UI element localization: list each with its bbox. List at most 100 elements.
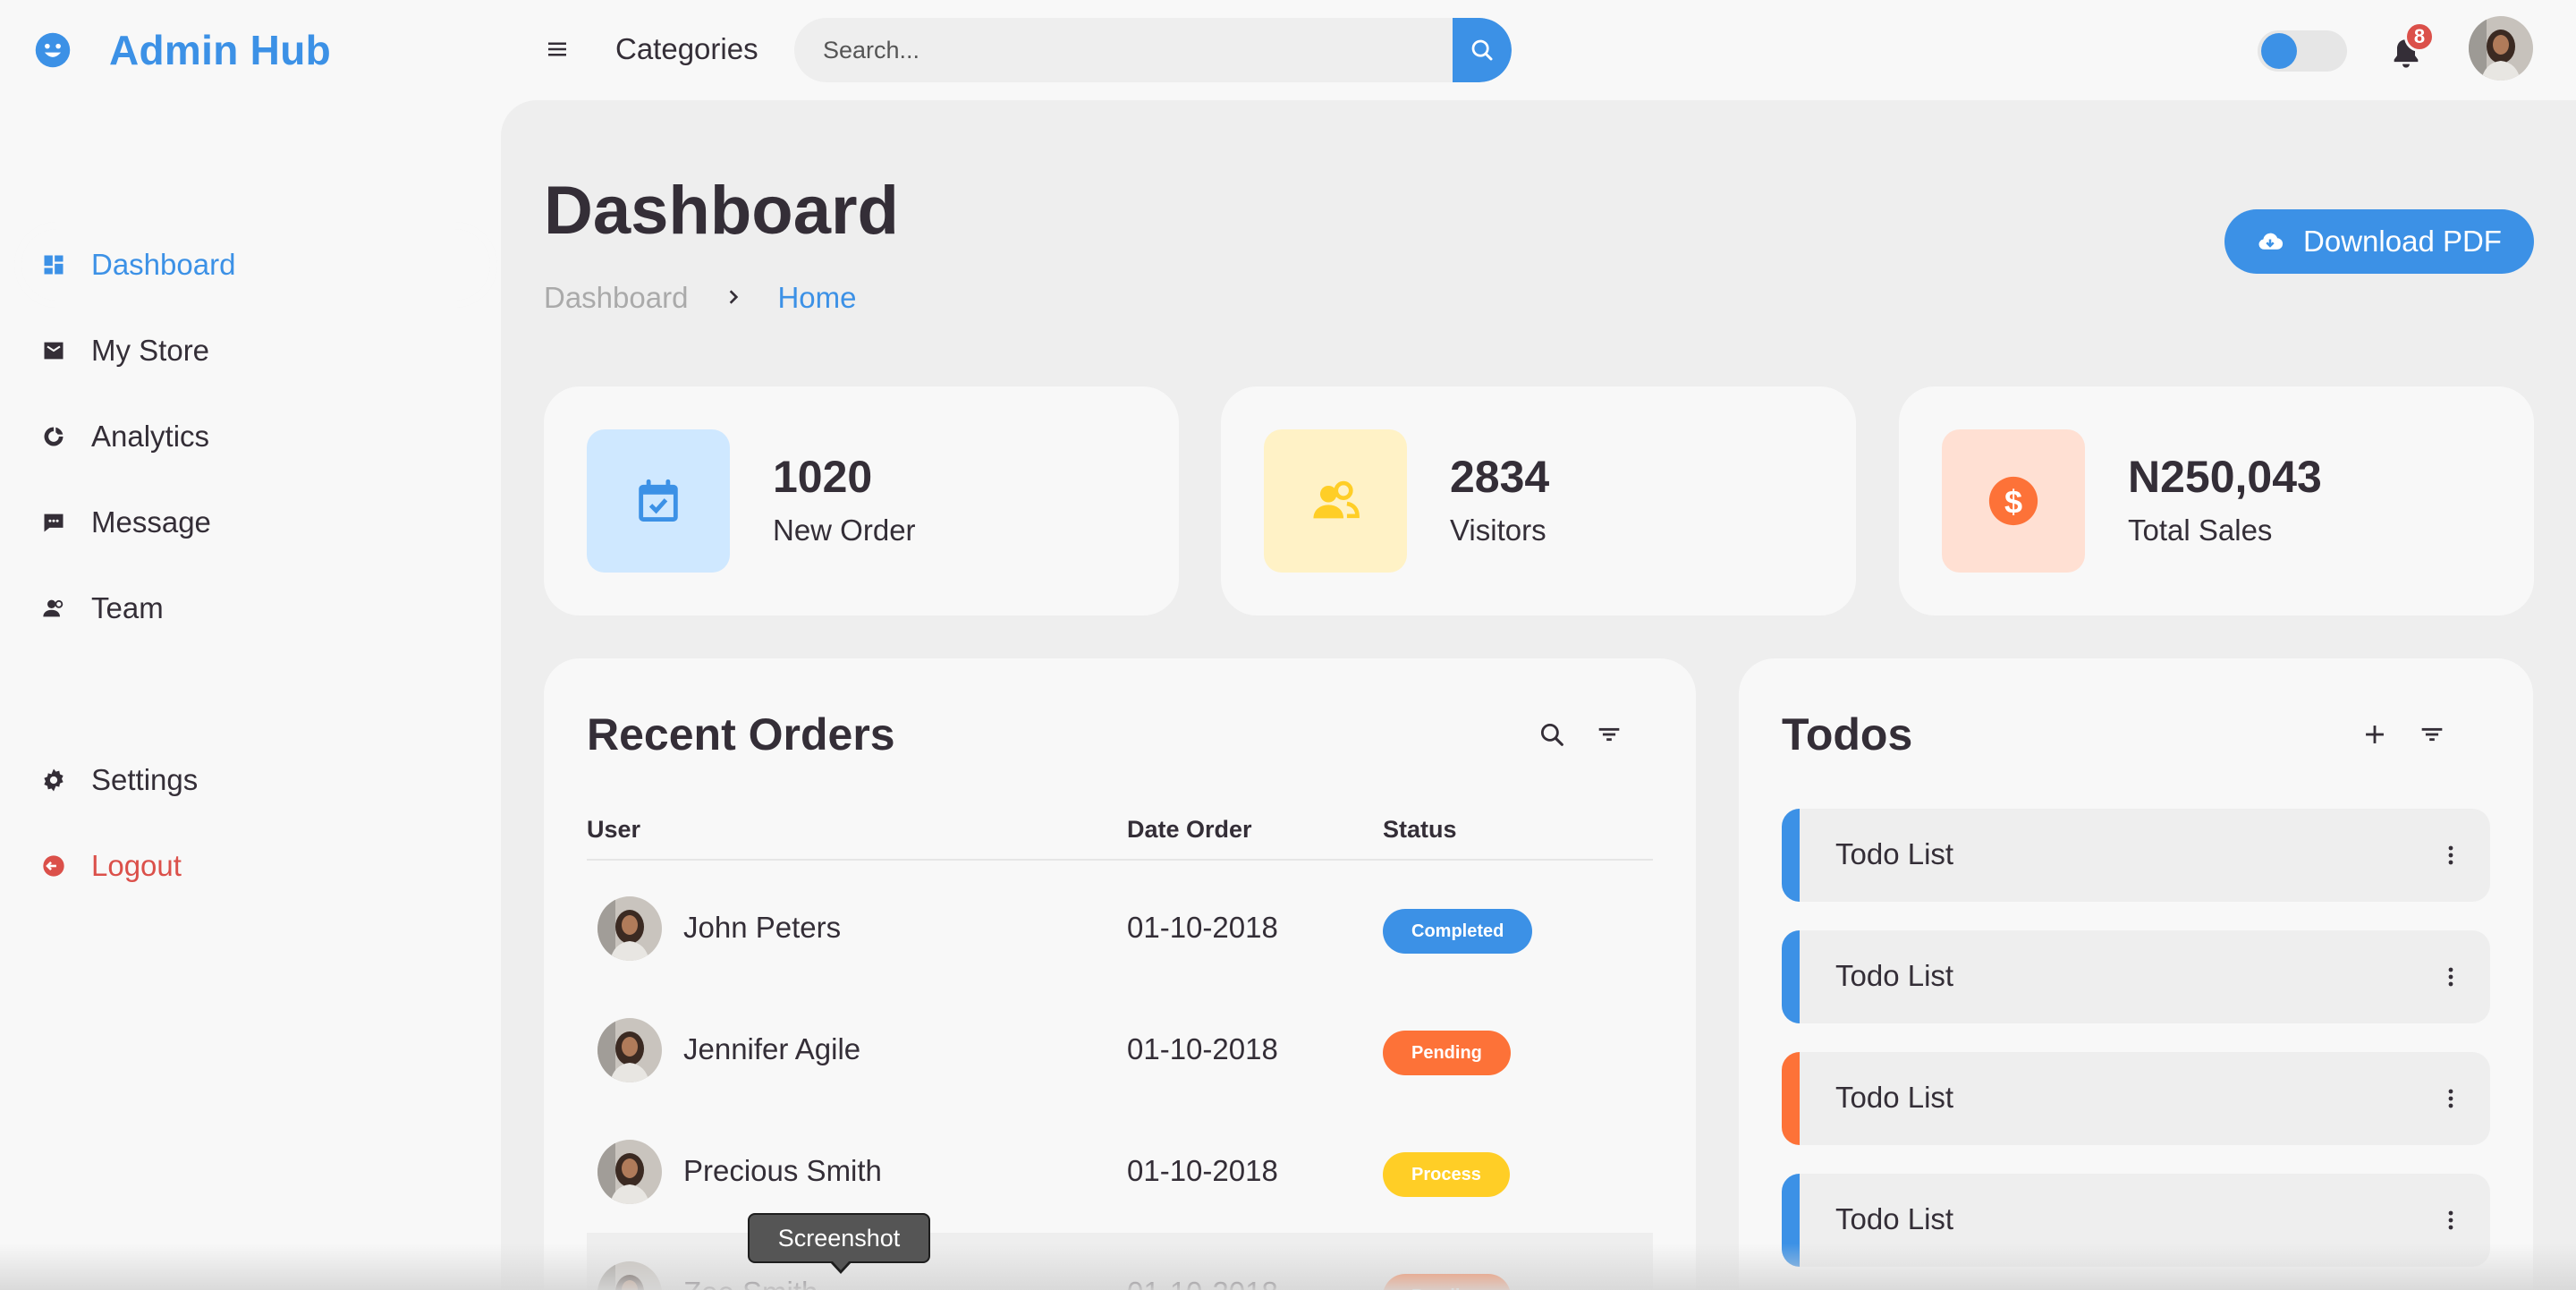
search-input[interactable] [794, 18, 1453, 82]
table-row[interactable]: John Peters 01-10-2018 Completed [587, 868, 1653, 989]
breadcrumb: Dashboard Home [544, 281, 856, 315]
table-row[interactable]: Jennifer Agile 01-10-2018 Pending [587, 989, 1653, 1111]
todo-text: Todo List [1835, 959, 1954, 992]
todo-text: Todo List [1835, 1081, 1954, 1114]
breadcrumb-dashboard-link[interactable]: Dashboard [544, 281, 688, 315]
dollar-circle-icon: $ [1988, 476, 2038, 526]
smiley-logo-icon [35, 32, 71, 68]
top-navbar: Admin Hub Categories 8 [0, 0, 2576, 100]
stat-value: 2834 [1450, 452, 1550, 502]
column-header-user: User [587, 816, 641, 843]
todo-status-bar [1782, 1174, 1800, 1267]
sidebar-bottom-menu: Settings Logout [14, 737, 501, 909]
table-row[interactable]: Zoe Smith 01-10-2018 Pending [587, 1233, 1653, 1290]
sidebar-item-label: Dashboard [91, 248, 236, 281]
sidebar-item-label: Settings [91, 763, 199, 796]
dark-mode-toggle[interactable] [2258, 30, 2347, 72]
column-header-status: Status [1383, 816, 1457, 843]
todo-status-bar [1782, 930, 1800, 1023]
todos-card: Todos Todo List Todo List Todo List Todo… [1739, 658, 2533, 1290]
brand-name: Admin Hub [109, 27, 331, 73]
search-icon [1471, 39, 1493, 61]
order-user-name: Jennifer Agile [683, 1032, 861, 1065]
breadcrumb-home-link[interactable]: Home [777, 281, 856, 315]
notification-button[interactable]: 8 [2388, 21, 2435, 72]
recent-orders-card: Recent Orders User Date Order Status Joh… [544, 658, 1696, 1290]
table-row[interactable]: Precious Smith 01-10-2018 Process [587, 1111, 1653, 1233]
categories-link[interactable]: Categories [615, 32, 758, 66]
store-icon [39, 336, 68, 365]
stat-label: New Order [773, 513, 916, 547]
sidebar-item-my-store[interactable]: My Store [14, 308, 501, 394]
sidebar-item-label: My Store [91, 334, 210, 367]
menu-icon[interactable] [544, 36, 571, 63]
todo-text: Todo List [1835, 837, 1954, 870]
recent-orders-title: Recent Orders [587, 709, 895, 760]
status-badge: Pending [1383, 1274, 1511, 1290]
todo-item[interactable]: Todo List [1782, 809, 2490, 902]
sidebar: Dashboard My Store Analytics Message Tea… [0, 100, 501, 1290]
todo-item[interactable]: Todo List [1782, 1174, 2490, 1267]
stat-card-new-order: 1020 New Order [544, 386, 1179, 615]
stat-tile [587, 429, 730, 573]
order-user-name: John Peters [683, 911, 842, 944]
logout-icon [39, 852, 68, 880]
toggle-knob [2261, 33, 2297, 69]
screenshot-tooltip: Screenshot [748, 1213, 930, 1274]
avatar [597, 1018, 662, 1082]
team-icon [39, 594, 68, 623]
sidebar-item-logout[interactable]: Logout [14, 823, 501, 909]
profile-avatar[interactable] [2469, 16, 2533, 81]
more-vertical-icon[interactable] [2436, 1084, 2465, 1113]
stat-card-visitors: 2834 Visitors [1221, 386, 1856, 615]
more-vertical-icon[interactable] [2436, 963, 2465, 991]
status-badge: Process [1383, 1152, 1510, 1197]
search-form [794, 18, 1512, 82]
main-content: Dashboard Dashboard Home Download PDF 10… [501, 100, 2576, 1290]
more-vertical-icon[interactable] [2436, 1206, 2465, 1235]
todos-title: Todos [1782, 709, 1913, 760]
todo-text: Todo List [1835, 1202, 1954, 1235]
avatar-image [2469, 16, 2533, 81]
avatar [597, 896, 662, 961]
search-button[interactable] [1453, 18, 1512, 82]
sidebar-item-label: Analytics [91, 420, 210, 453]
sidebar-item-label: Logout [91, 849, 182, 882]
status-badge: Completed [1383, 909, 1533, 954]
sidebar-item-label: Message [91, 505, 211, 539]
sidebar-item-settings[interactable]: Settings [14, 737, 501, 823]
order-date: 01-10-2018 [1127, 1276, 1278, 1290]
stat-card-total-sales: $ N250,043 Total Sales [1899, 386, 2534, 615]
sidebar-item-team[interactable]: Team [14, 565, 501, 651]
order-date: 01-10-2018 [1127, 1154, 1278, 1187]
cloud-download-icon [2258, 233, 2284, 250]
stat-tile [1264, 429, 1407, 573]
order-user-name: Zoe Smith [683, 1276, 818, 1290]
todo-item[interactable]: Todo List [1782, 1052, 2490, 1145]
avatar [597, 1261, 662, 1290]
calendar-check-icon [639, 479, 678, 522]
todo-status-bar [1782, 1052, 1800, 1145]
more-vertical-icon[interactable] [2436, 841, 2465, 870]
stat-tile: $ [1942, 429, 2085, 573]
analytics-icon [39, 422, 68, 451]
download-pdf-button[interactable]: Download PDF [2224, 209, 2534, 274]
todo-item[interactable]: Todo List [1782, 930, 2490, 1023]
search-icon[interactable] [1537, 719, 1567, 750]
add-icon[interactable] [2360, 719, 2390, 750]
chevron-right-icon [725, 284, 741, 312]
filter-icon[interactable] [1594, 719, 1624, 750]
sidebar-item-label: Team [91, 591, 164, 624]
message-icon [39, 508, 68, 537]
stat-label: Visitors [1450, 513, 1546, 547]
sidebar-item-dashboard[interactable]: Dashboard [14, 222, 497, 308]
filter-icon[interactable] [2417, 719, 2447, 750]
order-date: 01-10-2018 [1127, 911, 1278, 944]
sidebar-item-analytics[interactable]: Analytics [14, 394, 501, 480]
orders-table-header: User Date Order Status [587, 809, 1653, 861]
stat-value: N250,043 [2128, 452, 2322, 502]
todo-status-bar [1782, 809, 1800, 902]
brand[interactable]: Admin Hub [34, 23, 331, 77]
sidebar-item-message[interactable]: Message [14, 480, 501, 565]
order-user-name: Precious Smith [683, 1154, 882, 1187]
